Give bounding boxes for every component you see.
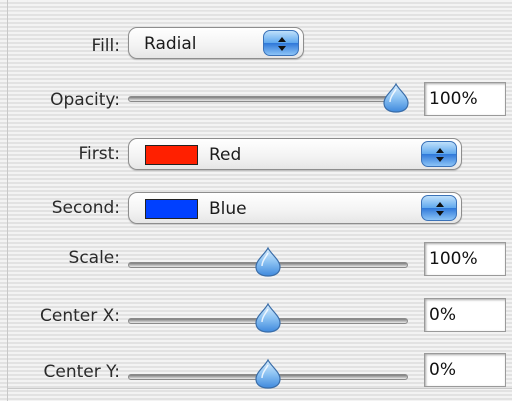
panel-left-border	[7, 0, 8, 401]
updown-arrows-icon	[421, 141, 457, 167]
panel-top-rule	[8, 11, 512, 12]
fill-label: Fill:	[91, 36, 120, 56]
center-y-label: Center Y:	[43, 362, 120, 382]
second-color-popup[interactable]: Blue	[128, 192, 462, 224]
opacity-field[interactable]: 100%	[424, 82, 506, 116]
opacity-value: 100%	[429, 89, 478, 109]
scale-value: 100%	[429, 249, 478, 269]
center-x-field[interactable]: 0%	[424, 298, 506, 332]
opacity-label: Opacity:	[50, 90, 120, 110]
second-color-label: Second:	[51, 198, 120, 218]
first-color-value: Red	[209, 145, 242, 165]
center-y-field[interactable]: 0%	[424, 353, 506, 387]
opacity-slider-track[interactable]	[128, 96, 396, 102]
scale-label: Scale:	[68, 248, 120, 268]
fill-popup[interactable]: Radial	[128, 27, 304, 59]
center-y-slider-thumb[interactable]	[252, 358, 284, 390]
center-x-label: Center X:	[40, 306, 120, 326]
second-color-value: Blue	[209, 199, 247, 219]
second-color-swatch	[145, 199, 198, 219]
scale-field[interactable]: 100%	[424, 242, 506, 276]
updown-arrows-icon	[421, 195, 457, 221]
opacity-slider-thumb[interactable]	[380, 82, 412, 114]
first-color-popup[interactable]: Red	[128, 138, 462, 170]
updown-arrows-icon	[263, 30, 299, 56]
first-color-swatch	[145, 145, 198, 165]
first-color-label: First:	[78, 144, 120, 164]
center-x-slider-thumb[interactable]	[252, 302, 284, 334]
fill-value: Radial	[144, 34, 197, 54]
center-y-value: 0%	[429, 360, 456, 380]
scale-slider-thumb[interactable]	[252, 246, 284, 278]
center-x-value: 0%	[429, 305, 456, 325]
